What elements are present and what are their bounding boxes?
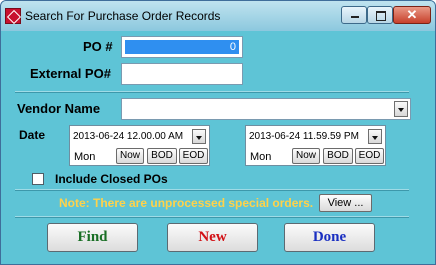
done-button[interactable]: Done — [284, 223, 375, 252]
start-date-value[interactable]: 2013-06-24 12.00.00 AM — [73, 131, 195, 142]
include-closed-label[interactable]: Include Closed POs — [55, 172, 168, 186]
chevron-down-icon[interactable] — [192, 129, 206, 144]
maximize-button[interactable] — [367, 6, 393, 24]
window-title: Search For Purchase Order Records — [25, 9, 221, 23]
start-now-button[interactable]: Now — [116, 148, 144, 164]
close-button[interactable]: ✕ — [393, 6, 431, 24]
minimize-button[interactable] — [341, 6, 367, 24]
find-button[interactable]: Find — [47, 223, 138, 252]
end-eod-button[interactable]: EOD — [355, 148, 384, 164]
app-icon — [5, 8, 21, 24]
end-bod-button[interactable]: BOD — [323, 148, 353, 164]
start-eod-button[interactable]: EOD — [179, 148, 208, 164]
start-bod-button[interactable]: BOD — [147, 148, 177, 164]
start-date-day: Mon — [74, 151, 96, 163]
start-date-picker[interactable]: 2013-06-24 12.00.00 AM Mon Now BOD EOD — [69, 125, 210, 166]
separator — [15, 91, 409, 93]
new-button[interactable]: New — [167, 223, 258, 252]
title-bar[interactable]: Search For Purchase Order Records ✕ — [1, 1, 435, 31]
close-icon: ✕ — [406, 7, 418, 22]
date-label: Date — [19, 128, 46, 142]
special-orders-note: Note: There are unprocessed special orde… — [59, 196, 314, 210]
po-number-input[interactable]: 0 — [121, 36, 243, 58]
include-closed-checkbox[interactable] — [32, 173, 44, 185]
chevron-down-icon[interactable] — [394, 101, 408, 117]
separator — [15, 189, 409, 191]
po-number-value: 0 — [125, 40, 239, 54]
chevron-down-icon[interactable] — [368, 129, 382, 144]
vendor-name-label: Vendor Name — [17, 101, 101, 116]
external-po-input[interactable] — [121, 63, 243, 85]
vendor-name-dropdown[interactable] — [121, 98, 411, 120]
search-po-window: Search For Purchase Order Records ✕ PO #… — [0, 0, 436, 265]
po-number-label: PO # — [83, 39, 113, 54]
separator — [15, 216, 409, 218]
end-now-button[interactable]: Now — [292, 148, 320, 164]
view-button[interactable]: View ... — [319, 194, 372, 212]
end-date-day: Mon — [250, 151, 272, 163]
end-date-value[interactable]: 2013-06-24 11.59.59 PM — [249, 131, 371, 142]
external-po-label: External PO# — [30, 66, 111, 81]
end-date-picker[interactable]: 2013-06-24 11.59.59 PM Mon Now BOD EOD — [245, 125, 386, 166]
